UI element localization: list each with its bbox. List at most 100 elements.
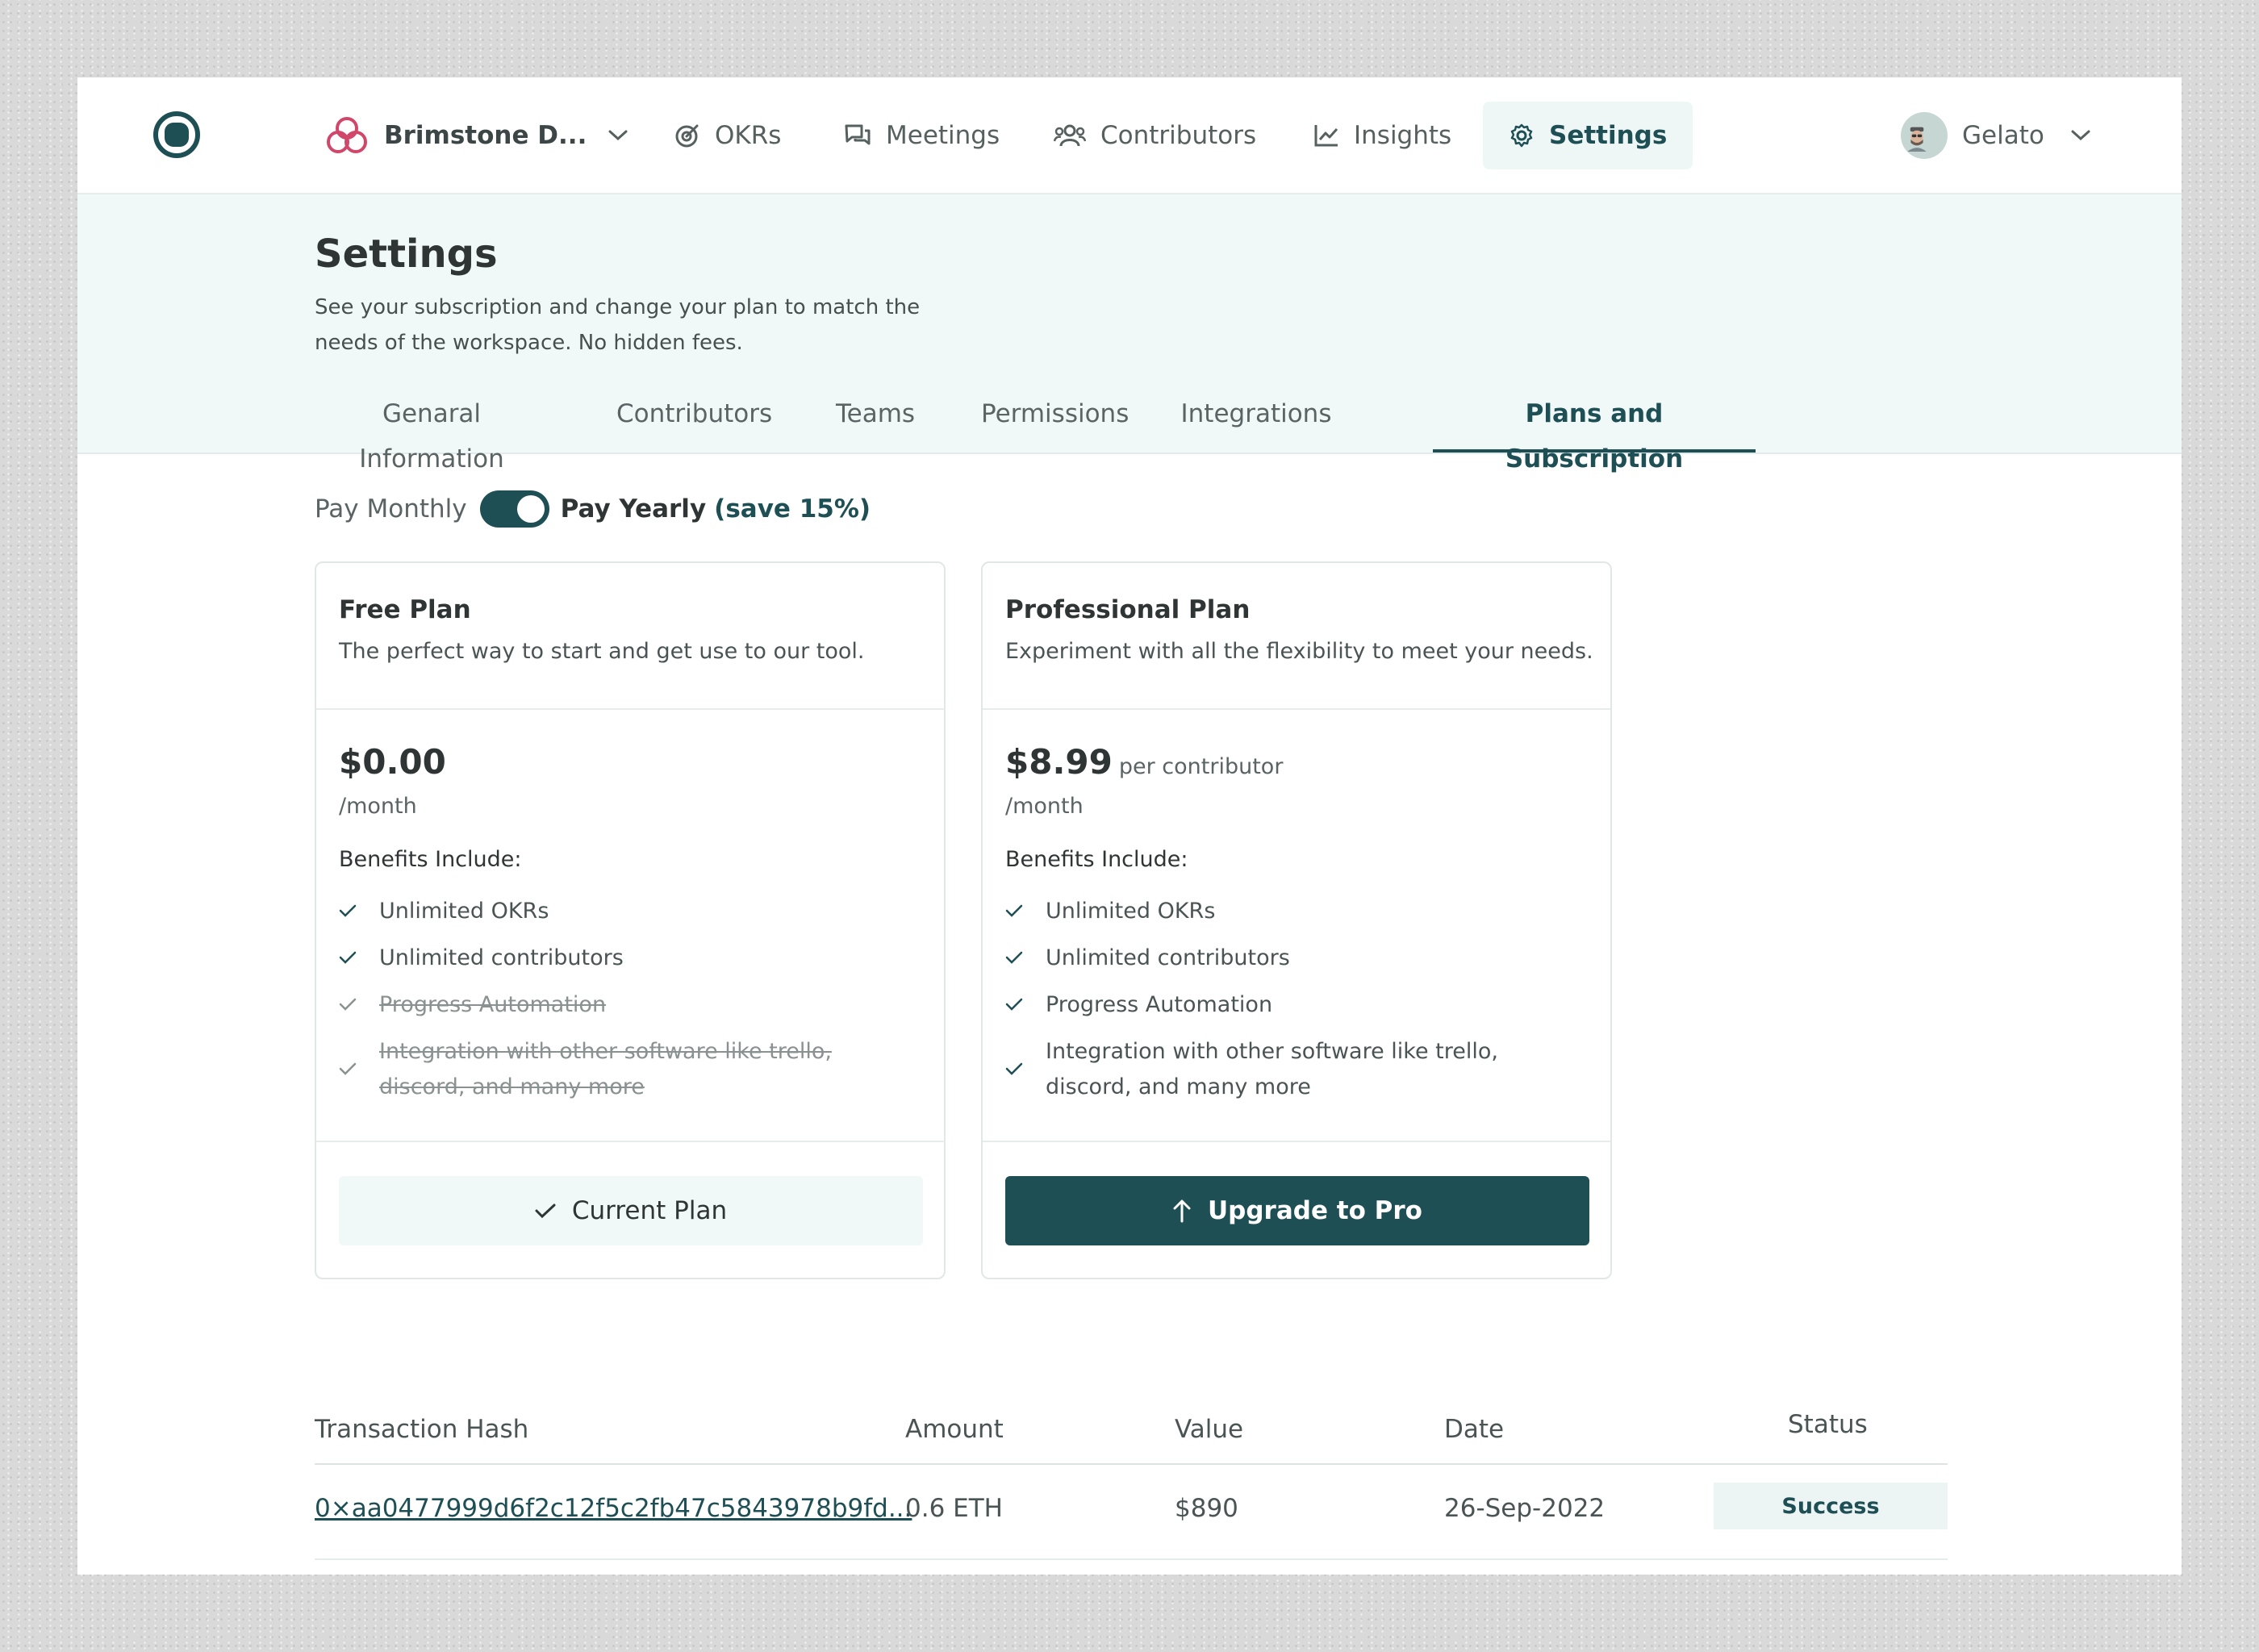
arrow-up-icon [1173, 1199, 1191, 1223]
nav-contributors-label: Contributors [1100, 120, 1257, 150]
plan-price: $0.00 [339, 742, 453, 782]
benefit-item: Unlimited OKRs [339, 894, 904, 929]
tab-integrations[interactable]: Integrations [1155, 391, 1357, 453]
benefit-text: Integration with other software like tre… [379, 1039, 832, 1099]
benefit-text: Progress Automation [1046, 992, 1273, 1017]
transaction-amount: 0.6 ETH [905, 1494, 1003, 1523]
plan-subtitle: Experiment with all the flexibility to m… [1005, 639, 1593, 664]
pay-monthly-label[interactable]: Pay Monthly [315, 494, 467, 524]
chat-icon [845, 124, 871, 144]
price-amount: $0.00 [339, 742, 446, 782]
billing-period-toggle[interactable] [479, 490, 549, 528]
check-icon [339, 1052, 357, 1087]
tab-general-information[interactable]: Genaral Information [315, 391, 549, 473]
status-badge: Success [1714, 1483, 1948, 1529]
check-icon [1005, 894, 1023, 929]
page-description: See your subscription and change your pl… [315, 295, 921, 355]
card-divider [316, 1141, 944, 1142]
app-logo[interactable] [153, 111, 200, 158]
tab-permissions[interactable]: Permissions [958, 391, 1144, 453]
nav-meetings[interactable]: Meetings [844, 77, 1000, 193]
check-icon [535, 1204, 556, 1219]
check-icon [1005, 1052, 1023, 1087]
price-period: /month [1005, 794, 1084, 819]
check-icon [339, 894, 357, 929]
check-icon [1005, 987, 1023, 1023]
table-header-divider [315, 1463, 1948, 1465]
nav-contributors[interactable]: Contributors [1054, 77, 1256, 193]
workspace-name: Brimstone D... [384, 120, 587, 150]
free-plan-card: Free Plan The perfect way to start and g… [315, 561, 946, 1279]
column-header-status: Status [1788, 1410, 1868, 1439]
benefit-text: Integration with other software like tre… [1046, 1039, 1498, 1099]
benefit-text: Unlimited contributors [379, 945, 624, 970]
price-note: per contributor [1118, 754, 1284, 779]
plan-title: Professional Plan [1005, 595, 1251, 624]
check-icon [339, 987, 357, 1023]
card-divider [983, 1141, 1610, 1142]
benefit-text: Progress Automation [379, 992, 607, 1017]
card-header: Professional Plan Experiment with all th… [983, 563, 1610, 710]
benefit-item-excluded: Integration with other software like tre… [339, 1034, 904, 1105]
column-header-hash: Transaction Hash [315, 1415, 529, 1444]
plan-price: $8.99 per contributor [1005, 742, 1283, 782]
nav-insights[interactable]: Insights [1313, 77, 1451, 193]
benefit-item: Integration with other software like tre… [1005, 1034, 1570, 1105]
avatar [1901, 111, 1948, 159]
nav-insights-label: Insights [1354, 120, 1452, 150]
save-percentage: (save 15%) [714, 494, 871, 524]
benefits-label: Benefits Include: [1005, 847, 1188, 872]
top-nav: Brimstone D... OKRs Meetings Contributor… [77, 77, 2182, 194]
transaction-hash-link[interactable]: 0×aa0477999d6f2c12f5c2fb47c5843978b9fd..… [315, 1494, 912, 1523]
nav-okrs[interactable]: OKRs [674, 77, 781, 193]
check-icon [1005, 941, 1023, 976]
transaction-value: $890 [1175, 1494, 1238, 1523]
check-icon [339, 941, 357, 976]
price-period: /month [339, 794, 417, 819]
plan-title: Free Plan [339, 595, 471, 624]
nav-okrs-label: OKRs [715, 120, 782, 150]
workspace-switcher[interactable]: Brimstone D... [324, 77, 628, 193]
professional-plan-card: Professional Plan Experiment with all th… [981, 561, 1612, 1279]
benefit-text: Unlimited OKRs [379, 899, 549, 924]
gear-icon [1510, 123, 1533, 148]
price-amount: $8.99 [1005, 742, 1113, 782]
settings-header: Settings See your subscription and chang… [77, 194, 2182, 473]
benefit-text: Unlimited contributors [1046, 945, 1290, 970]
target-icon [675, 124, 699, 147]
nav-settings[interactable]: Settings [1483, 102, 1693, 169]
current-plan-button[interactable]: Current Plan [339, 1176, 923, 1245]
benefit-item: Unlimited contributors [1005, 941, 1570, 976]
nav-settings-label: Settings [1549, 121, 1668, 150]
tab-contributors[interactable]: Contributors [594, 391, 779, 453]
toggle-knob [516, 495, 545, 523]
transaction-date: 26-Sep-2022 [1444, 1494, 1606, 1523]
benefits-label: Benefits Include: [339, 847, 522, 872]
pay-yearly-label[interactable]: Pay Yearly [561, 494, 707, 524]
user-menu[interactable]: Gelato [1901, 77, 2091, 193]
benefit-item: Unlimited contributors [339, 941, 904, 976]
card-header: Free Plan The perfect way to start and g… [316, 563, 944, 710]
column-header-amount: Amount [905, 1415, 1004, 1444]
table-row-divider [315, 1558, 1948, 1560]
chevron-down-icon [608, 130, 628, 140]
users-icon [1054, 124, 1086, 146]
plan-subtitle: The perfect way to start and get use to … [339, 639, 865, 664]
upgrade-to-pro-button[interactable]: Upgrade to Pro [1005, 1176, 1589, 1245]
app-window: Brimstone D... OKRs Meetings Contributor… [77, 77, 2182, 1575]
chevron-down-icon [2071, 130, 2090, 140]
column-header-date: Date [1444, 1415, 1505, 1444]
tab-plans-and-subscription[interactable]: Plans and Subscription [1433, 391, 1756, 473]
benefit-item: Progress Automation [1005, 987, 1570, 1023]
current-plan-label: Current Plan [571, 1196, 728, 1225]
page-title: Settings [315, 232, 498, 277]
workspace-logo-icon [327, 116, 367, 153]
upgrade-label: Upgrade to Pro [1208, 1196, 1422, 1225]
user-name: Gelato [1962, 120, 2044, 150]
tab-teams[interactable]: Teams [813, 391, 926, 453]
benefit-item: Unlimited OKRs [1005, 894, 1570, 929]
column-header-value: Value [1175, 1415, 1244, 1444]
nav-meetings-label: Meetings [886, 120, 1000, 150]
benefit-text: Unlimited OKRs [1046, 899, 1216, 924]
billing-period-toggle-row: Pay Monthly Pay Yearly (save 15%) [315, 489, 871, 529]
